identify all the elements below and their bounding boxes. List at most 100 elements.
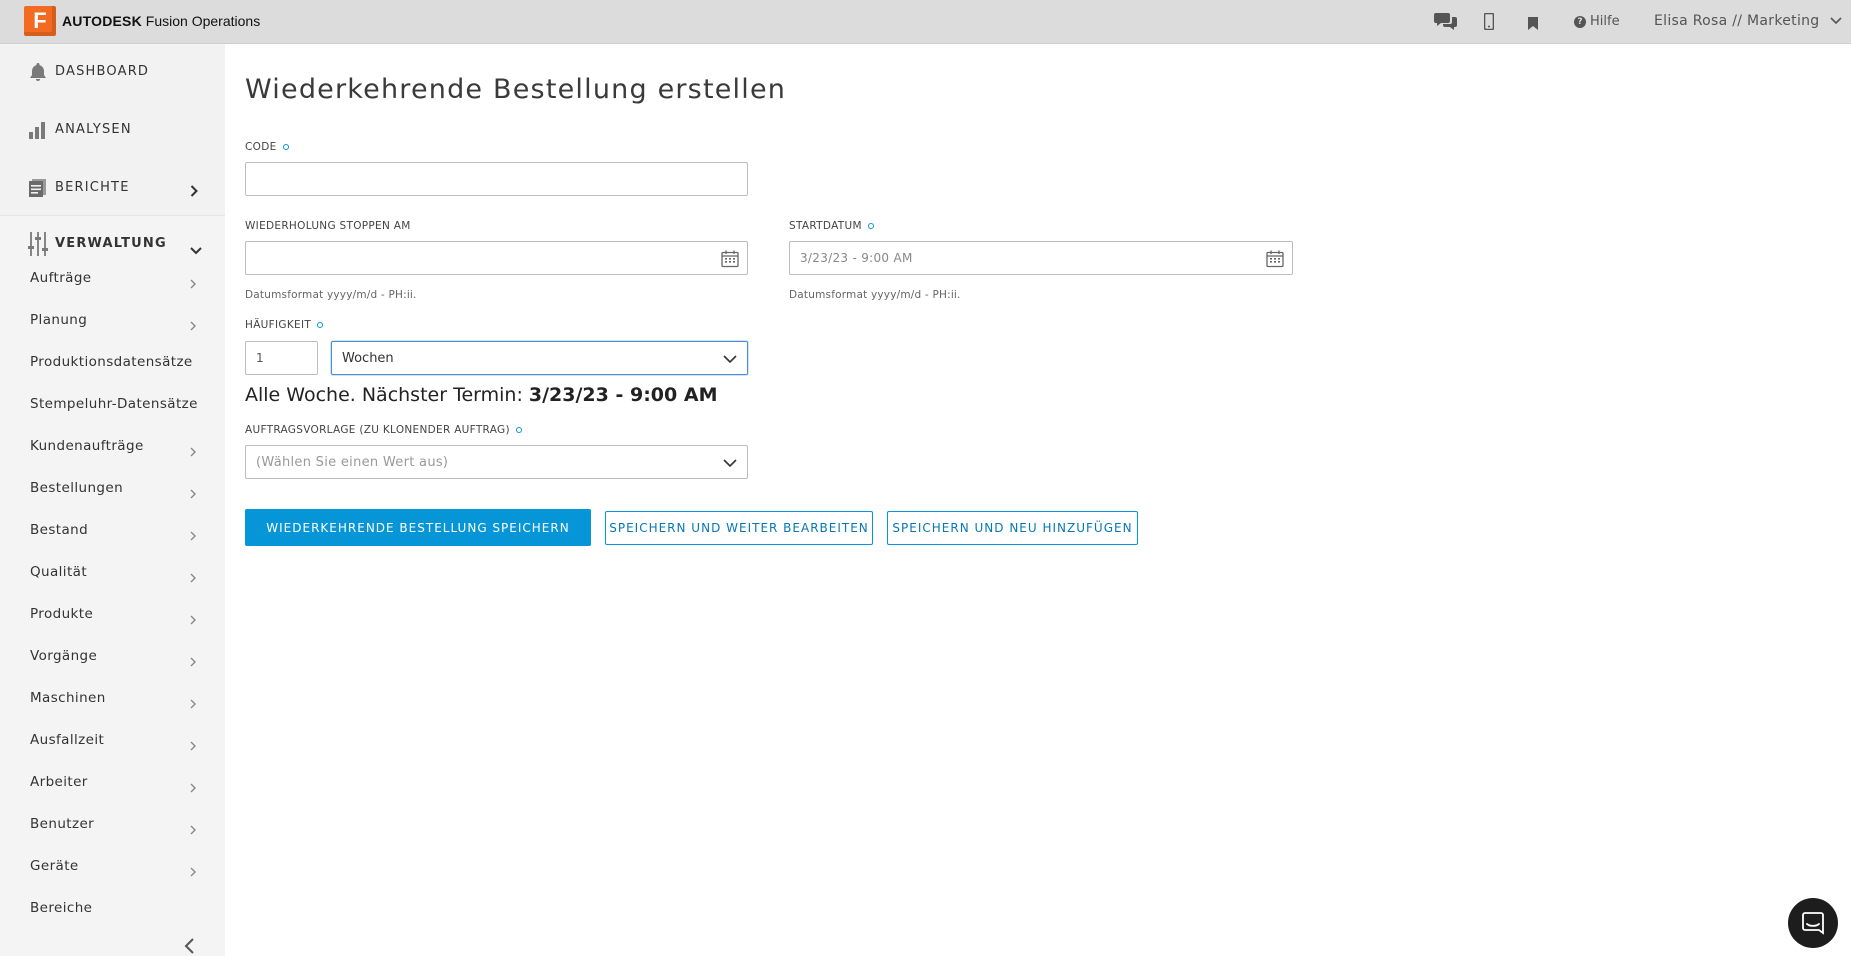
next-term-text: Alle Woche. Nächster Termin: 3/23/23 - 9…: [245, 384, 718, 406]
code-input[interactable]: [245, 162, 748, 196]
chevron-right-icon: [190, 862, 196, 881]
chevron-left-icon: [184, 938, 194, 954]
sidebar-subitem-label: Stempeluhr-Datensätze: [30, 396, 198, 412]
sidebar-subitem-label: Qualität: [30, 564, 88, 580]
chevron-right-icon: [190, 316, 196, 335]
help-label: Hilfe: [1590, 14, 1620, 29]
stop-date-label: WIEDERHOLUNG STOPPEN AM: [245, 220, 411, 232]
verwaltung-section: VERWALTUNG Aufträge Planung Produktionsdat…: [0, 215, 225, 956]
save-button[interactable]: WIEDERKEHRENDE BESTELLUNG SPEICHERN: [245, 509, 591, 546]
sidebar-subitem[interactable]: Kundenaufträge: [0, 432, 225, 462]
start-date-label: STARTDATUM: [789, 220, 874, 232]
sidebar-subitem[interactable]: Vorgänge: [0, 642, 225, 672]
chevron-right-icon: [190, 442, 196, 461]
frequency-label: HÄUFIGKEIT: [245, 319, 324, 331]
sidebar-item-dashboard[interactable]: DASHBOARD: [0, 58, 225, 86]
chevron-right-icon: [190, 778, 196, 797]
mobile-icon[interactable]: [1483, 12, 1495, 34]
sidebar-item-label: VERWALTUNG: [55, 236, 167, 251]
sidebar-subitem-label: Benutzer: [30, 816, 95, 832]
sidebar-subitem[interactable]: Aufträge: [0, 264, 225, 294]
sidebar-item-label: ANALYSEN: [55, 122, 132, 137]
chevron-down-icon: [723, 353, 737, 368]
report-icon: [28, 178, 48, 202]
next-term-value: 3/23/23 - 9:00 AM: [528, 384, 718, 406]
sidebar-subitem[interactable]: Benutzer: [0, 810, 225, 840]
user-menu[interactable]: Elisa Rosa // Marketing: [1654, 13, 1842, 29]
chevron-right-icon: [190, 652, 196, 671]
sidebar-subitem-label: Aufträge: [30, 270, 92, 286]
sidebar-subitem-label: Kundenaufträge: [30, 438, 144, 454]
frequency-unit-select[interactable]: Wochen: [331, 341, 748, 375]
help-link[interactable]: ? Hilfe: [1574, 14, 1620, 29]
sidebar-subitem[interactable]: Produkte: [0, 600, 225, 630]
calendar-icon[interactable]: [721, 250, 739, 271]
sidebar-subitem[interactable]: Qualität: [0, 558, 225, 588]
user-label: Elisa Rosa // Marketing: [1654, 13, 1820, 29]
sidebar-subitem[interactable]: Produktionsdatensätze: [0, 348, 225, 378]
required-indicator: [867, 223, 874, 229]
chevron-down-icon: [190, 240, 202, 259]
sidebar-subitem-label: Vorgänge: [30, 648, 98, 664]
sidebar-subitem[interactable]: Ausfallzeit: [0, 726, 225, 756]
support-chat-button[interactable]: [1788, 898, 1838, 948]
sidebar-item-label: DASHBOARD: [55, 64, 150, 79]
required-indicator: [282, 144, 289, 150]
chevron-right-icon: [190, 182, 198, 201]
bar-chart-icon: [28, 120, 48, 144]
chat-icon[interactable]: [1434, 11, 1458, 35]
sidebar-item-berichte[interactable]: BERICHTE: [0, 174, 225, 202]
sidebar-subitem-label: Produktionsdatensätze: [30, 354, 193, 370]
sidebar-subitem[interactable]: Bestellungen: [0, 474, 225, 504]
chevron-right-icon: [190, 484, 196, 503]
chevron-right-icon: [190, 526, 196, 545]
save-continue-button[interactable]: SPEICHERN UND WEITER BEARBEITEN: [605, 511, 873, 545]
required-indicator: [317, 322, 324, 328]
sidebar-subitem-label: Planung: [30, 312, 88, 328]
chevron-right-icon: [190, 820, 196, 839]
sidebar-subitem-label: Ausfallzeit: [30, 732, 105, 748]
chevron-right-icon: [190, 610, 196, 629]
chevron-right-icon: [190, 568, 196, 587]
start-date-input[interactable]: 3/23/23 - 9:00 AM: [789, 241, 1293, 275]
sidebar-subitem[interactable]: Bereiche: [0, 894, 225, 924]
sidebar-subitem-label: Geräte: [30, 858, 79, 874]
brand[interactable]: F AUTODESK Fusion Operations: [24, 6, 260, 36]
chat-icon: [1802, 912, 1824, 935]
bookmark-icon[interactable]: [1528, 15, 1538, 34]
save-new-button[interactable]: SPEICHERN UND NEU HINZUFÜGEN: [887, 511, 1138, 545]
stop-date-hint: Datumsformat yyyy/m/d - PH:ii.: [245, 289, 417, 301]
template-select[interactable]: (Wählen Sie einen Wert aus): [245, 445, 748, 479]
sidebar-subitem-label: Produkte: [30, 606, 94, 622]
sidebar: DASHBOARD ANALYSEN BERICHTE VERWALTUNG A…: [0, 44, 225, 956]
sidebar-subitem[interactable]: Geräte: [0, 852, 225, 882]
sidebar-subitem-label: Maschinen: [30, 690, 106, 706]
sidebar-subitem-label: Bereiche: [30, 900, 93, 916]
chevron-right-icon: [190, 274, 196, 293]
chevron-down-icon: [723, 457, 737, 472]
top-bar: F AUTODESK Fusion Operations ? Hilfe Eli…: [0, 0, 1851, 44]
sidebar-subitem-label: Arbeiter: [30, 774, 88, 790]
sidebar-subitem[interactable]: Stempeluhr-Datensätze: [0, 390, 225, 420]
collapse-sidebar-button[interactable]: [183, 938, 195, 956]
template-label: AUFTRAGSVORLAGE (ZU KLONENDER AUFTRAG): [245, 424, 522, 436]
help-icon: ?: [1574, 15, 1586, 28]
sidebar-subitem[interactable]: Arbeiter: [0, 768, 225, 798]
fusion-logo: F: [24, 6, 56, 36]
sidebar-subitem-label: Bestellungen: [30, 480, 124, 496]
sidebar-subitem[interactable]: Maschinen: [0, 684, 225, 714]
required-indicator: [515, 427, 522, 433]
sidebar-item-verwaltung[interactable]: VERWALTUNG: [0, 230, 225, 258]
stop-date-input[interactable]: [245, 241, 748, 275]
sidebar-subitem-label: Bestand: [30, 522, 89, 538]
calendar-icon[interactable]: [1266, 250, 1284, 271]
brand-name: AUTODESK Fusion Operations: [62, 13, 261, 29]
chevron-right-icon: [190, 694, 196, 713]
sidebar-subitem[interactable]: Planung: [0, 306, 225, 336]
frequency-number-input[interactable]: 1: [245, 341, 318, 375]
page-title: Wiederkehrende Bestellung erstellen: [245, 74, 787, 105]
sidebar-subitem[interactable]: Bestand: [0, 516, 225, 546]
sidebar-item-analysen[interactable]: ANALYSEN: [0, 116, 225, 144]
bell-icon: [28, 62, 48, 86]
chevron-down-icon: [1829, 17, 1842, 25]
